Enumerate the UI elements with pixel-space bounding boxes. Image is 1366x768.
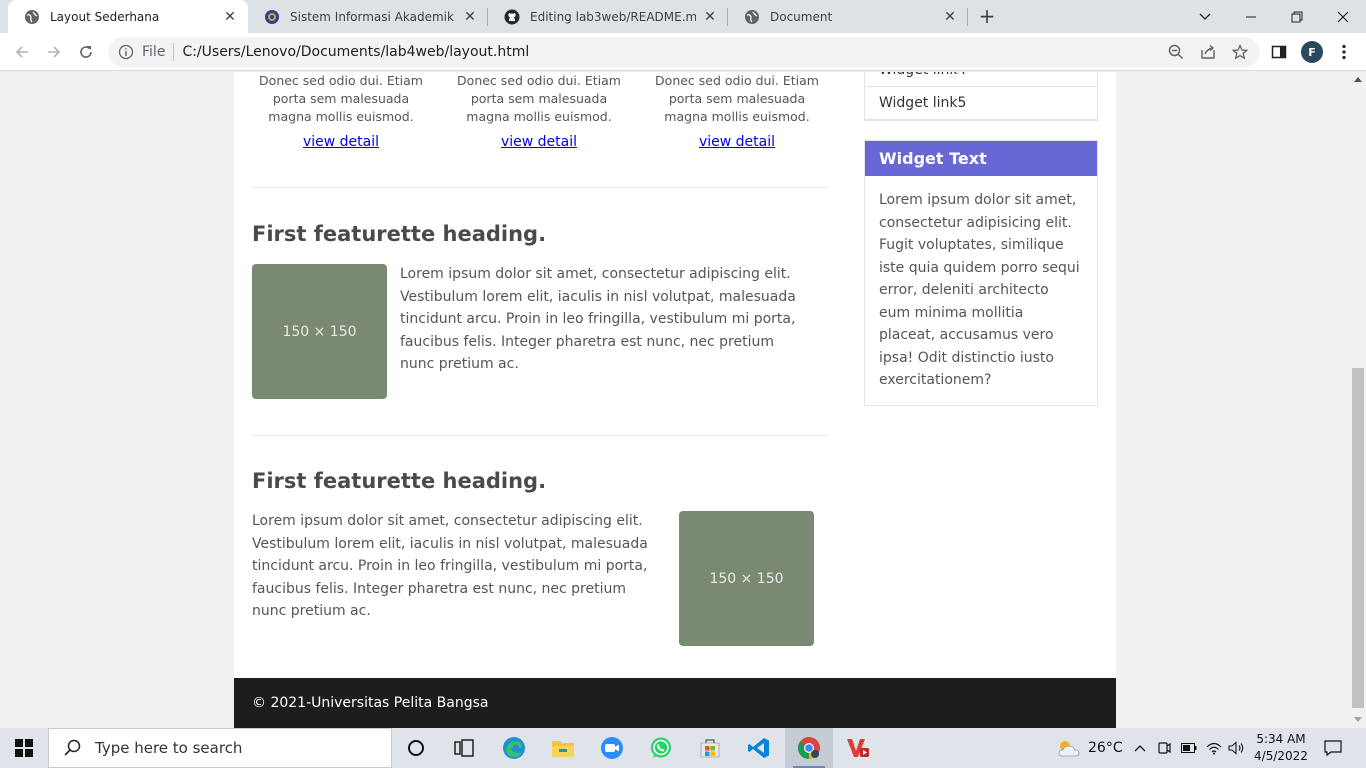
github-icon: [504, 9, 520, 25]
widget-title: Widget Text: [865, 141, 1097, 176]
page-viewport[interactable]: Donec sed odio dui. Etiam porta sem male…: [0, 72, 1350, 728]
close-tab-icon[interactable]: ✕: [702, 9, 718, 25]
tab-title: Layout Sederhana: [50, 9, 160, 24]
minimize-button[interactable]: [1228, 0, 1274, 33]
view-detail-link[interactable]: view detail: [449, 134, 629, 150]
chrome-icon[interactable]: [785, 728, 833, 768]
vscode-icon[interactable]: [735, 728, 783, 768]
tab-sistem-informasi[interactable]: Sistem Informasi Akademik ✕: [248, 0, 488, 33]
university-icon: [264, 9, 280, 25]
microsoft-store-icon[interactable]: [686, 728, 734, 768]
edge-icon[interactable]: [490, 728, 538, 768]
globe-icon: [24, 9, 40, 25]
view-detail-link[interactable]: view detail: [251, 134, 431, 150]
wifi-icon[interactable]: [1206, 728, 1222, 768]
widget-link-list: Widget link4 Widget link5: [864, 72, 1098, 121]
scroll-up-arrow[interactable]: [1354, 77, 1362, 82]
side-panel-icon[interactable]: [1269, 42, 1289, 62]
zoom-icon[interactable]: [1166, 42, 1186, 62]
tab-title: Editing lab3web/README.md at: [530, 9, 696, 24]
file-explorer-icon[interactable]: [539, 728, 587, 768]
taskbar: Type here to search 26°C 5:34 AM 4/5/202…: [0, 728, 1366, 768]
tab-separator: [967, 8, 968, 26]
tab-document[interactable]: Document ✕: [728, 0, 968, 33]
meet-now-icon[interactable]: [1157, 728, 1171, 768]
featurette-image: 150 × 150: [679, 511, 814, 646]
clock-time: 5:34 AM: [1256, 732, 1306, 746]
clock-date: 4/5/2022: [1254, 749, 1308, 763]
battery-icon[interactable]: [1181, 728, 1197, 768]
close-tab-icon[interactable]: ✕: [942, 9, 958, 25]
vertical-scrollbar[interactable]: [1350, 72, 1366, 728]
divider: [173, 43, 175, 61]
browser-toolbar: File C:/Users/Lenovo/Documents/lab4web/l…: [0, 33, 1366, 71]
scheme-label: File: [142, 44, 166, 60]
globe-icon: [744, 9, 760, 25]
close-tab-icon[interactable]: ✕: [222, 9, 238, 25]
column-text: Donec sed odio dui. Etiam porta sem male…: [457, 73, 621, 124]
view-detail-link[interactable]: view detail: [647, 134, 827, 150]
tab-github-editing[interactable]: Editing lab3web/README.md at ✕: [488, 0, 728, 33]
search-icon: [64, 739, 81, 756]
scroll-down-arrow[interactable]: [1354, 717, 1362, 722]
divider: [252, 187, 828, 188]
bookmark-star-icon[interactable]: [1230, 42, 1250, 62]
zoom-app-icon[interactable]: [588, 728, 636, 768]
address-bar[interactable]: File C:/Users/Lenovo/Documents/lab4web/l…: [108, 37, 1260, 67]
back-button[interactable]: [9, 39, 35, 65]
info-icon[interactable]: [118, 44, 134, 60]
widget-text-box: Widget Text Lorem ipsum dolor sit amet, …: [864, 140, 1098, 406]
featurette-image: 150 × 150: [252, 264, 387, 399]
show-hidden-icons-icon[interactable]: [1134, 728, 1146, 768]
system-clock[interactable]: 5:34 AM 4/5/2022: [1246, 731, 1316, 765]
forward-button[interactable]: [41, 39, 67, 65]
close-window-button[interactable]: [1320, 0, 1366, 33]
new-tab-button[interactable]: +: [976, 5, 998, 27]
divider: [252, 435, 828, 436]
tab-layout-sederhana[interactable]: Layout Sederhana ✕: [8, 0, 248, 33]
page-container: Donec sed odio dui. Etiam porta sem male…: [234, 72, 1116, 728]
temperature-text: 26°C: [1088, 740, 1123, 756]
scrollbar-thumb[interactable]: [1352, 368, 1364, 708]
featurette-text: Lorem ipsum dolor sit amet, consectetur …: [400, 266, 796, 372]
menu-kebab-icon[interactable]: [1334, 42, 1354, 62]
widget-link[interactable]: Widget link5: [865, 87, 1097, 120]
tab-strip: Layout Sederhana ✕ Sistem Informasi Akad…: [0, 0, 1366, 33]
featurette-heading: First featurette heading.: [252, 469, 547, 493]
weather-widget[interactable]: 26°C: [1056, 728, 1123, 768]
tab-title: Sistem Informasi Akademik: [290, 9, 454, 24]
url-text[interactable]: C:/Users/Lenovo/Documents/lab4web/layout…: [182, 44, 529, 60]
volume-icon[interactable]: [1228, 728, 1246, 768]
reload-button[interactable]: [73, 39, 99, 65]
widget-body: Lorem ipsum dolor sit amet, consectetur …: [879, 192, 1080, 388]
restore-button[interactable]: [1274, 0, 1320, 33]
notifications-icon[interactable]: [1324, 728, 1342, 768]
profile-avatar[interactable]: F: [1301, 41, 1323, 63]
vegas-app-icon[interactable]: [834, 728, 882, 768]
task-view-icon[interactable]: [440, 728, 488, 768]
whatsapp-icon[interactable]: [637, 728, 685, 768]
column-text: Donec sed odio dui. Etiam porta sem male…: [655, 73, 819, 124]
cortana-icon[interactable]: [392, 728, 440, 768]
windows-start-button[interactable]: [0, 728, 48, 768]
tab-search-icon[interactable]: [1182, 0, 1228, 33]
search-placeholder: Type here to search: [95, 739, 243, 757]
featurette-text: Lorem ipsum dolor sit amet, consectetur …: [252, 513, 648, 619]
taskbar-search-box[interactable]: Type here to search: [48, 728, 392, 768]
share-icon[interactable]: [1198, 42, 1218, 62]
column-text: Donec sed odio dui. Etiam porta sem male…: [259, 73, 423, 124]
featurette-heading: First featurette heading.: [252, 222, 547, 246]
widget-link[interactable]: Widget link4: [865, 72, 1097, 87]
weather-partly-cloudy-icon: [1058, 741, 1080, 757]
page-footer: © 2021-Universitas Pelita Bangsa: [234, 678, 1116, 728]
close-tab-icon[interactable]: ✕: [462, 9, 478, 25]
tab-title: Document: [770, 9, 833, 24]
